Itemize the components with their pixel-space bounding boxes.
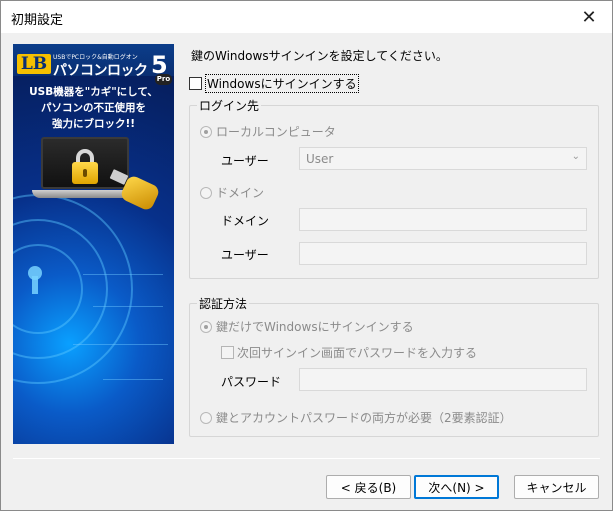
password-label: パスワード — [221, 375, 282, 389]
radio-button[interactable] — [200, 411, 212, 424]
tagline-line: 強力にブロック!! — [51, 118, 136, 130]
login-group-title: ログイン先 — [197, 97, 262, 114]
next-button[interactable]: 次へ(N) > — [414, 475, 499, 499]
radio-button[interactable] — [200, 186, 212, 199]
tagline-line: USB機器を"カギ"にして、 — [29, 86, 158, 98]
domain-radio[interactable]: ドメイン — [200, 184, 264, 201]
circuit-line — [103, 379, 163, 380]
next-signin-password-checkbox[interactable]: 次回サインイン画面でパスワードを入力する — [221, 344, 477, 361]
domain-radio-label: ドメイン — [216, 186, 265, 200]
next-signin-password-label: 次回サインイン画面でパスワードを入力する — [237, 346, 478, 360]
close-icon: ✕ — [581, 6, 597, 28]
windows-signin-label: Windowsにサインインする — [205, 74, 359, 93]
two-factor-radio[interactable]: 鍵とアカウントパスワードの両方が必要（2要素認証） — [200, 409, 512, 426]
tagline-line: パソコンの不正使用を — [41, 102, 146, 114]
title-bar: 初期設定 ✕ — [1, 1, 612, 33]
lb-logo: LB — [17, 54, 51, 74]
key-only-label: 鍵だけでWindowsにサインインする — [216, 320, 414, 334]
cancel-button[interactable]: キャンセル — [514, 475, 599, 499]
local-computer-radio[interactable]: ローカルコンピュータ — [200, 123, 336, 140]
domain-label: ドメイン — [221, 214, 270, 228]
keyhole-icon-stem — [32, 276, 38, 294]
domain-user-label: ユーザー — [221, 248, 269, 262]
local-user-value: User — [306, 152, 334, 166]
local-user-label: ユーザー — [221, 154, 269, 168]
padlock-keyhole — [83, 169, 87, 177]
checkbox-box[interactable] — [189, 77, 202, 90]
setup-dialog: 初期設定 ✕ LB USBでPCロック&自動ログオン パソコンロック 5 Pro… — [0, 0, 613, 511]
instruction-heading: 鍵のWindowsサインインを設定してください。 — [191, 49, 448, 63]
close-button[interactable]: ✕ — [566, 1, 612, 33]
window-title: 初期設定 — [11, 13, 64, 28]
circuit-line — [73, 344, 168, 345]
domain-user-input[interactable] — [299, 242, 587, 265]
radio-button[interactable] — [200, 320, 212, 333]
windows-signin-checkbox[interactable]: Windowsにサインインする — [189, 74, 359, 93]
checkbox-box[interactable] — [221, 346, 234, 359]
two-factor-label: 鍵とアカウントパスワードの両方が必要（2要素認証） — [216, 411, 512, 425]
radio-button[interactable] — [200, 125, 212, 138]
circuit-line — [83, 274, 163, 275]
banner-tagline: USB機器を"カギ"にして、 パソコンの不正使用を 強力にブロック!! — [13, 84, 174, 132]
footer-separator — [13, 458, 600, 459]
local-computer-label: ローカルコンピュータ — [216, 125, 336, 139]
password-input[interactable] — [299, 368, 587, 391]
key-only-radio[interactable]: 鍵だけでWindowsにサインインする — [200, 318, 414, 335]
product-name: パソコンロック — [53, 63, 148, 79]
domain-input[interactable] — [299, 208, 587, 231]
product-banner: LB USBでPCロック&自動ログオン パソコンロック 5 Pro USB機器を… — [13, 44, 174, 444]
chevron-down-icon: ⌄ — [571, 151, 580, 162]
auth-group-title: 認証方法 — [197, 295, 250, 312]
circuit-line — [93, 306, 163, 307]
back-button[interactable]: < 戻る(B) — [326, 475, 411, 499]
local-user-select[interactable]: User ⌄ — [299, 147, 587, 170]
